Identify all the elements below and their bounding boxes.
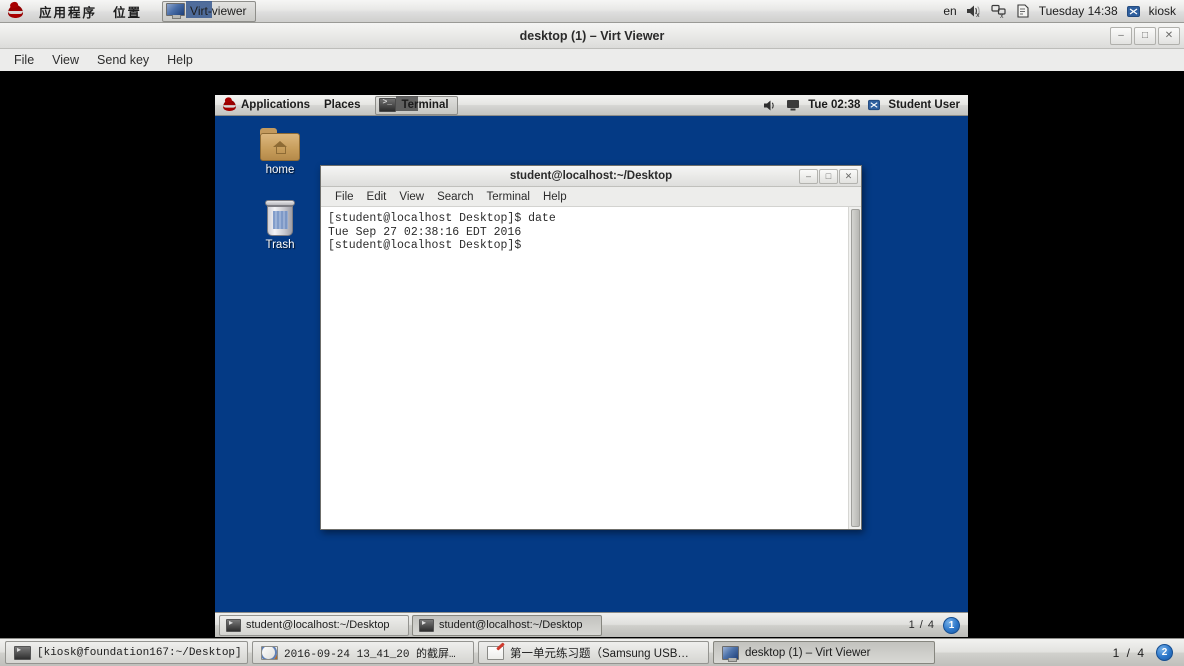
guest-applications-menu[interactable]: Applications [215,95,317,115]
desktop-icon-home[interactable]: home [245,128,315,176]
terminal-titlebar[interactable]: student@localhost:~/Desktop – □ ✕ [321,166,861,187]
redhat-menu-button[interactable] [0,0,31,22]
host-places-label: 位置 [113,5,143,20]
speaker-muted-icon[interactable]: x [966,4,982,18]
terminal-menu-file[interactable]: File [329,189,360,205]
guest-task-1[interactable]: student@localhost:~/Desktop [219,614,409,636]
terminal-menu-terminal[interactable]: Terminal [481,189,536,205]
host-task-exercise-document[interactable]: 第一单元练习题（Samsung USB… [478,641,709,664]
menu-help[interactable]: Help [159,51,201,69]
virt-viewer-title: desktop (1) – Virt Viewer [519,28,665,43]
menu-send-key[interactable]: Send key [89,51,157,69]
terminal-icon [419,618,434,632]
virt-viewer-titlebar[interactable]: desktop (1) – Virt Viewer – □ ✕ [0,23,1184,49]
menu-view[interactable]: View [44,51,87,69]
redhat-logo-icon [223,99,236,111]
virt-viewer-guest-canvas[interactable]: Applications Places Terminal [0,71,1184,638]
terminal-menu-view[interactable]: View [393,189,430,205]
menu-file[interactable]: File [6,51,42,69]
host-task-virt-viewer[interactable]: desktop (1) – Virt Viewer [713,641,935,664]
guest-places-label: Places [324,99,361,111]
guest-top-panel: Applications Places Terminal [215,95,968,116]
guest-display-icon[interactable] [786,99,800,112]
guest-speaker-icon[interactable] [763,99,778,112]
host-workspace-count: 1 / 4 [1112,645,1146,660]
host-window-button-label: Virt-viewer [190,4,247,18]
host-workspace-switcher[interactable]: 1 / 4 2 [1113,644,1179,661]
terminal-menu-search[interactable]: Search [431,189,479,205]
guest-clock[interactable]: Tue 02:38 [808,99,860,111]
image-viewer-icon [261,645,278,660]
guest-applications-label: Applications [241,99,311,111]
host-applications-menu[interactable]: 应用程序 [31,0,105,22]
text-editor-icon [487,645,504,660]
redhat-logo-icon [8,4,23,18]
guest-task-2[interactable]: student@localhost:~/Desktop [412,614,602,636]
host-task-4-label: desktop (1) – Virt Viewer [745,646,871,659]
desktop-icon-trash[interactable]: Trash [245,200,315,251]
guest-places-menu[interactable]: Places [317,95,367,115]
host-task-1-label: [kiosk@foundation167:~/Desktop] [37,646,242,659]
terminal-scrollbar-thumb[interactable] [851,209,860,527]
terminal-body[interactable]: [student@localhost Desktop]$ date Tue Se… [321,207,861,529]
virt-viewer-window: desktop (1) – Virt Viewer – □ ✕ File Vie… [0,23,1184,638]
trash-icon [264,200,296,236]
terminal-icon [226,618,241,632]
desktop-icon-home-label: home [265,164,295,176]
host-places-menu[interactable]: 位置 [105,0,150,22]
guest-desktop[interactable]: Applications Places Terminal [215,95,968,637]
guest-workspace-badge[interactable]: 1 [943,616,960,634]
guest-task-2-label: student@localhost:~/Desktop [439,619,583,631]
terminal-icon [379,98,397,112]
host-top-panel: 应用程序 位置 Virt-viewer en x x Tuesday 14:38… [0,0,1184,23]
terminal-menubar: File Edit View Search Terminal Help [321,187,861,207]
terminal-window[interactable]: student@localhost:~/Desktop – □ ✕ File E… [320,165,862,530]
virt-viewer-menubar: File View Send key Help [0,49,1184,71]
home-folder-icon [260,128,300,161]
guest-workspace-count: 1 / 4 [908,619,935,631]
guest-taskbar: student@localhost:~/Desktop student@loca… [215,612,968,637]
network-disconnected-icon[interactable]: x [991,4,1007,18]
user-icon[interactable] [1126,5,1140,18]
guest-window-button-label: Terminal [401,99,449,111]
monitor-icon [722,645,739,662]
monitor-icon [166,3,186,19]
host-task-screenshot-image[interactable]: 2016-09-24 13_41_20 的截屏… [252,641,474,664]
host-workspace-badge[interactable]: 2 [1156,644,1173,661]
host-taskbar: [kiosk@foundation167:~/Desktop] 2016-09-… [0,638,1184,666]
terminal-output[interactable]: [student@localhost Desktop]$ date Tue Se… [321,207,848,529]
host-task-3-label: 第一单元练习题（Samsung USB… [510,647,689,660]
terminal-menu-edit[interactable]: Edit [361,189,393,205]
host-user-label[interactable]: kiosk [1149,4,1176,18]
document-icon[interactable] [1016,4,1030,18]
guest-user-label[interactable]: Student User [888,99,960,111]
guest-user-icon[interactable] [868,99,881,111]
guest-window-button-terminal[interactable]: Terminal [375,95,458,115]
keyboard-layout-indicator[interactable]: en [943,4,956,18]
host-applications-label: 应用程序 [39,5,98,20]
host-window-button-virt-viewer[interactable]: Virt-viewer [162,0,256,22]
terminal-scrollbar[interactable] [848,207,861,529]
host-task-2-label: 2016-09-24 13_41_20 的截屏… [284,648,456,661]
svg-text:x: x [976,12,980,18]
terminal-menu-help[interactable]: Help [537,189,573,205]
host-clock[interactable]: Tuesday 14:38 [1039,4,1118,18]
svg-text:x: x [1000,13,1004,18]
terminal-title: student@localhost:~/Desktop [509,170,673,182]
terminal-icon [14,645,31,660]
host-task-kiosk-terminal[interactable]: [kiosk@foundation167:~/Desktop] [5,641,248,664]
desktop-icon-trash-label: Trash [265,239,295,251]
guest-task-1-label: student@localhost:~/Desktop [246,619,390,631]
guest-workspace-switcher[interactable]: 1 / 4 1 [908,616,964,634]
